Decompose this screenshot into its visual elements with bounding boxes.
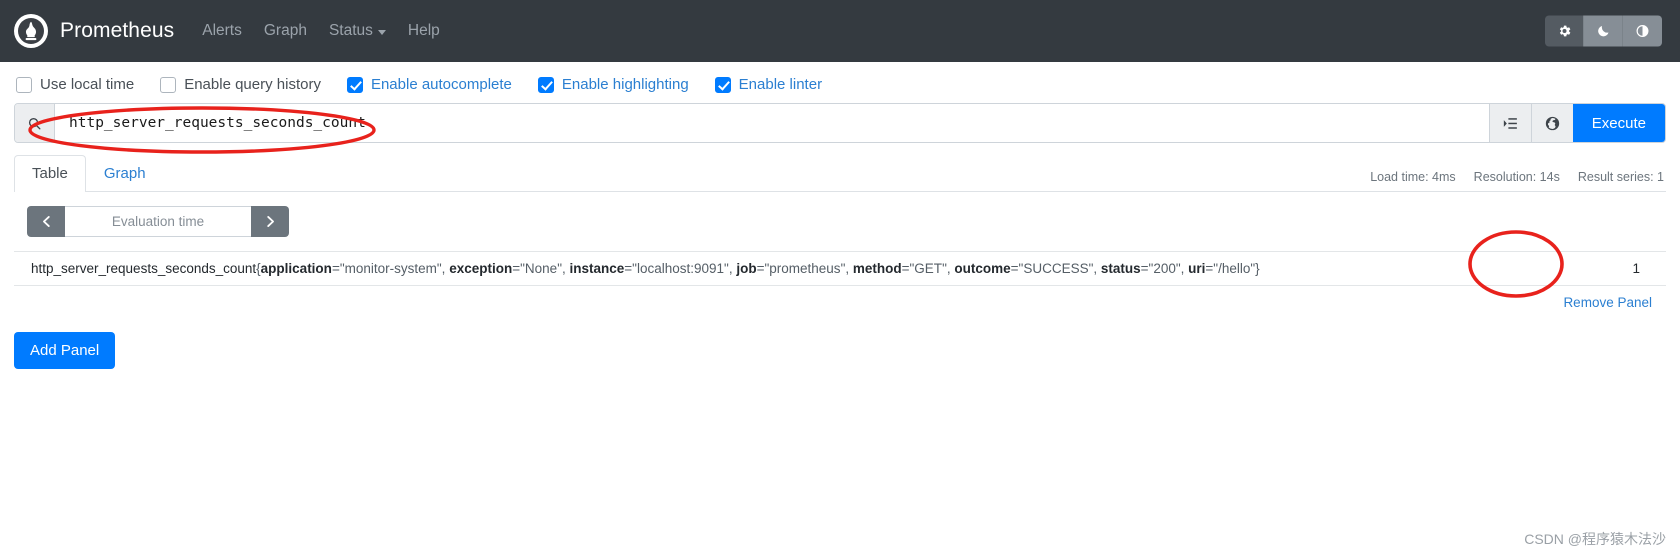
checkbox-enable-linter-box[interactable] xyxy=(714,76,731,93)
evaluation-time-input[interactable] xyxy=(65,206,251,237)
checkbox-use-local-time[interactable]: Use local time xyxy=(16,76,134,93)
nav-link-alerts-label: Alerts xyxy=(202,22,242,39)
tab-table[interactable]: Table xyxy=(14,155,86,192)
label-value: /hello xyxy=(1218,261,1251,276)
brand[interactable]: Prometheus xyxy=(14,14,174,48)
nav-link-graph-label: Graph xyxy=(263,22,307,39)
checkbox-enable-linter[interactable]: Enable linter xyxy=(714,76,823,93)
metrics-explorer-icon[interactable] xyxy=(1488,104,1531,142)
evaluation-time-row xyxy=(14,192,1666,237)
label-key: uri xyxy=(1188,261,1206,276)
label-value: localhost:9091 xyxy=(636,261,725,276)
meta-result-series: Result series: 1 xyxy=(1577,170,1664,184)
checkbox-enable-linter-label: Enable linter xyxy=(738,76,823,93)
checkbox-enable-highlighting-label: Enable highlighting xyxy=(561,76,689,93)
meta-load-time: Load time: 4ms xyxy=(1370,170,1456,184)
watermark: CSDN @程序猿木法沙 xyxy=(1524,531,1666,547)
tab-graph[interactable]: Graph xyxy=(86,155,164,192)
label-value: None xyxy=(524,261,558,276)
nav-link-alerts[interactable]: Alerts xyxy=(202,22,242,40)
remove-panel-link[interactable]: Remove Panel xyxy=(14,286,1666,310)
navbar: Prometheus Alerts Graph Status Help xyxy=(0,0,1680,62)
label-value: SUCCESS xyxy=(1023,261,1089,276)
contrast-icon xyxy=(1636,25,1649,37)
checkbox-enable-query-history-box[interactable] xyxy=(160,76,177,93)
label-key: application xyxy=(260,261,332,276)
label-value: prometheus xyxy=(769,261,841,276)
theme-dark-button[interactable] xyxy=(1584,15,1623,47)
label-key: status xyxy=(1100,261,1141,276)
result-table: http_server_requests_seconds_count{appli… xyxy=(14,251,1666,286)
add-panel-button[interactable]: Add Panel xyxy=(14,332,116,369)
prometheus-logo-icon xyxy=(14,14,48,48)
nav-link-status[interactable]: Status xyxy=(329,22,386,40)
nav-link-graph[interactable]: Graph xyxy=(264,22,307,40)
checkbox-enable-query-history-label: Enable query history xyxy=(184,76,321,93)
table-row: http_server_requests_seconds_count{appli… xyxy=(14,252,1666,285)
checkbox-enable-highlighting[interactable]: Enable highlighting xyxy=(537,76,689,93)
evaluation-time-group xyxy=(27,206,289,237)
nav-link-help-label: Help xyxy=(407,22,440,39)
brand-title: Prometheus xyxy=(60,19,175,42)
nav-links: Alerts Graph Status Help xyxy=(202,22,440,40)
checkbox-enable-autocomplete[interactable]: Enable autocomplete xyxy=(346,76,512,93)
theme-auto-button[interactable] xyxy=(1623,15,1662,47)
chevron-left-icon[interactable] xyxy=(27,206,65,237)
result-metric-name: http_server_requests_seconds_count xyxy=(31,261,257,276)
query-bar-wrapper: Execute xyxy=(0,103,1680,143)
checkbox-enable-query-history[interactable]: Enable query history xyxy=(160,76,321,93)
theme-settings-button[interactable] xyxy=(1545,15,1584,47)
add-panel-wrapper: Add Panel xyxy=(0,310,1680,369)
label-key: method xyxy=(852,261,902,276)
label-key: exception xyxy=(449,261,513,276)
theme-toggle-group xyxy=(1545,15,1662,47)
query-options-row: Use local time Enable query history Enab… xyxy=(0,62,1680,103)
nav-link-status-label: Status xyxy=(328,22,373,39)
prometheus-app: Prometheus Alerts Graph Status Help Use … xyxy=(0,0,1680,557)
chevron-right-icon[interactable] xyxy=(251,206,289,237)
checkbox-enable-autocomplete-box[interactable] xyxy=(346,76,363,93)
label-value: monitor-system xyxy=(344,261,437,276)
panel-meta: Load time: 4ms Resolution: 14s Result se… xyxy=(1370,170,1664,184)
meta-resolution: Resolution: 14s xyxy=(1473,170,1560,184)
gear-icon xyxy=(1559,25,1570,37)
label-key: outcome xyxy=(954,261,1011,276)
moon-icon xyxy=(1597,26,1608,37)
query-panel: Table Graph Load time: 4ms Resolution: 1… xyxy=(0,143,1680,310)
globe-icon[interactable] xyxy=(1530,104,1573,142)
label-value: 200 xyxy=(1153,261,1176,276)
checkbox-enable-autocomplete-label: Enable autocomplete xyxy=(370,76,512,93)
label-key: job xyxy=(736,261,757,276)
label-key: instance xyxy=(569,261,625,276)
execute-button[interactable]: Execute xyxy=(1572,104,1665,142)
result-value: 1 xyxy=(1632,261,1640,276)
nav-link-help[interactable]: Help xyxy=(408,22,440,40)
query-bar: Execute xyxy=(14,103,1666,143)
chevron-down-icon xyxy=(377,29,386,35)
query-input[interactable] xyxy=(55,104,1489,142)
checkbox-use-local-time-label: Use local time xyxy=(40,76,135,93)
checkbox-use-local-time-box[interactable] xyxy=(16,76,32,93)
panel-tabs: Table Graph Load time: 4ms Resolution: 1… xyxy=(14,153,1666,192)
result-metric-label: http_server_requests_seconds_count{appli… xyxy=(31,261,1260,276)
checkbox-enable-highlighting-box[interactable] xyxy=(537,76,554,93)
label-value: GET xyxy=(914,261,943,276)
search-icon xyxy=(15,104,55,142)
